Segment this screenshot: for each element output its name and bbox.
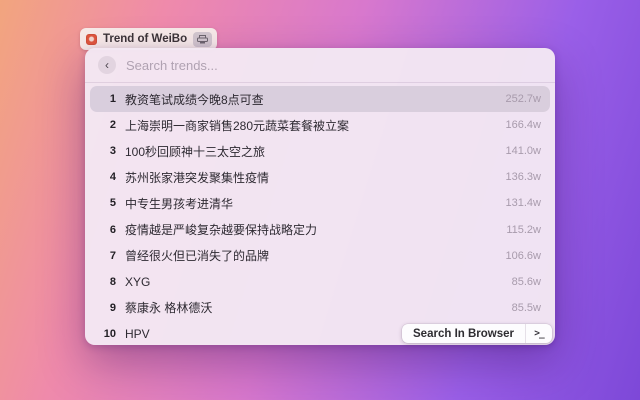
trend-hotness-value: 131.4w [505,197,541,210]
trend-rank: 4 [109,171,116,184]
trend-hotness-value: 166.4w [505,119,541,132]
trend-rank: 1 [109,93,116,106]
chevron-left-icon: ‹ [105,57,109,72]
trend-title: 教资笔试成绩今晚8点可查 [125,92,264,107]
trend-list: 1 教资笔试成绩今晚8点可查 252.7w 2 上海崇明一商家销售280元蔬菜套餐被立案… [85,83,555,350]
trend-title: 苏州张家港突发聚集性疫情 [125,170,270,185]
trend-rank: 7 [109,249,116,262]
search-input[interactable] [126,57,542,73]
trend-row[interactable]: 5 中专生男孩考进清华 131.4w [90,190,550,216]
trend-title: XYG [125,274,151,289]
trend-row[interactable]: 7 曾经很火但已消失了的品牌 106.6w [90,243,550,269]
printer-icon [193,31,213,47]
trend-title: 蔡康永 格林德沃 [125,301,213,316]
trend-hotness-value: 141.0w [505,145,541,158]
weibo-plugin-icon [86,33,97,45]
trend-title: HPV [125,326,150,341]
trend-hotness-value: 85.5w [511,301,541,314]
trend-hotness-value: 136.3w [505,171,541,184]
trend-hotness-value: 252.7w [505,93,541,106]
trend-title: 中专生男孩考进清华 [125,196,234,211]
trend-row[interactable]: 2 上海崇明一商家销售280元蔬菜套餐被立案 166.4w [90,112,550,138]
trend-title: 曾经很火但已消失了的品牌 [125,249,270,264]
trend-title: 上海崇明一商家销售280元蔬菜套餐被立案 [125,118,350,133]
back-button[interactable]: ‹ [98,56,116,74]
trend-row[interactable]: 1 教资笔试成绩今晚8点可查 252.7w [90,86,550,113]
trend-hotness-value: 115.2w [506,223,541,236]
plugin-pill-label: Trend of WeiBo [103,33,188,45]
action-button-label[interactable]: Search In Browser [402,324,525,343]
trend-rank: 5 [109,197,116,210]
trend-row[interactable]: 9 蔡康永 格林德沃 85.5w [90,295,550,321]
trends-window: ‹ 1 教资笔试成绩今晚8点可查 252.7w 2 上海崇明一商家销售280元蔬菜套餐被… [85,48,555,345]
trend-rank: 8 [109,275,116,288]
trend-rank: 3 [109,145,116,158]
trend-hotness-value: 106.6w [505,249,541,262]
search-in-browser-button[interactable]: Search In Browser >_ [402,324,552,343]
trend-rank: 6 [109,223,116,236]
trend-rank: 9 [109,301,116,314]
trend-row[interactable]: 6 疫情越是严峻复杂越要保持战略定力 115.2w [90,216,550,242]
trend-title: 100秒回顾神十三太空之旅 [125,144,266,159]
trend-hotness-value: 85.6w [511,275,541,288]
trend-title: 疫情越是严峻复杂越要保持战略定力 [125,223,318,238]
trend-row[interactable]: 3 100秒回顾神十三太空之旅 141.0w [90,138,550,164]
trend-row[interactable]: 4 苏州张家港突发聚集性疫情 136.3w [90,164,550,190]
trend-row[interactable]: 8 XYG 85.6w [90,269,550,295]
plugin-pill[interactable]: Trend of WeiBo [80,28,218,50]
trend-rank: 10 [103,327,116,340]
terminal-prompt-icon[interactable]: >_ [525,324,552,343]
search-bar: ‹ [85,48,555,83]
trend-rank: 2 [109,119,116,132]
